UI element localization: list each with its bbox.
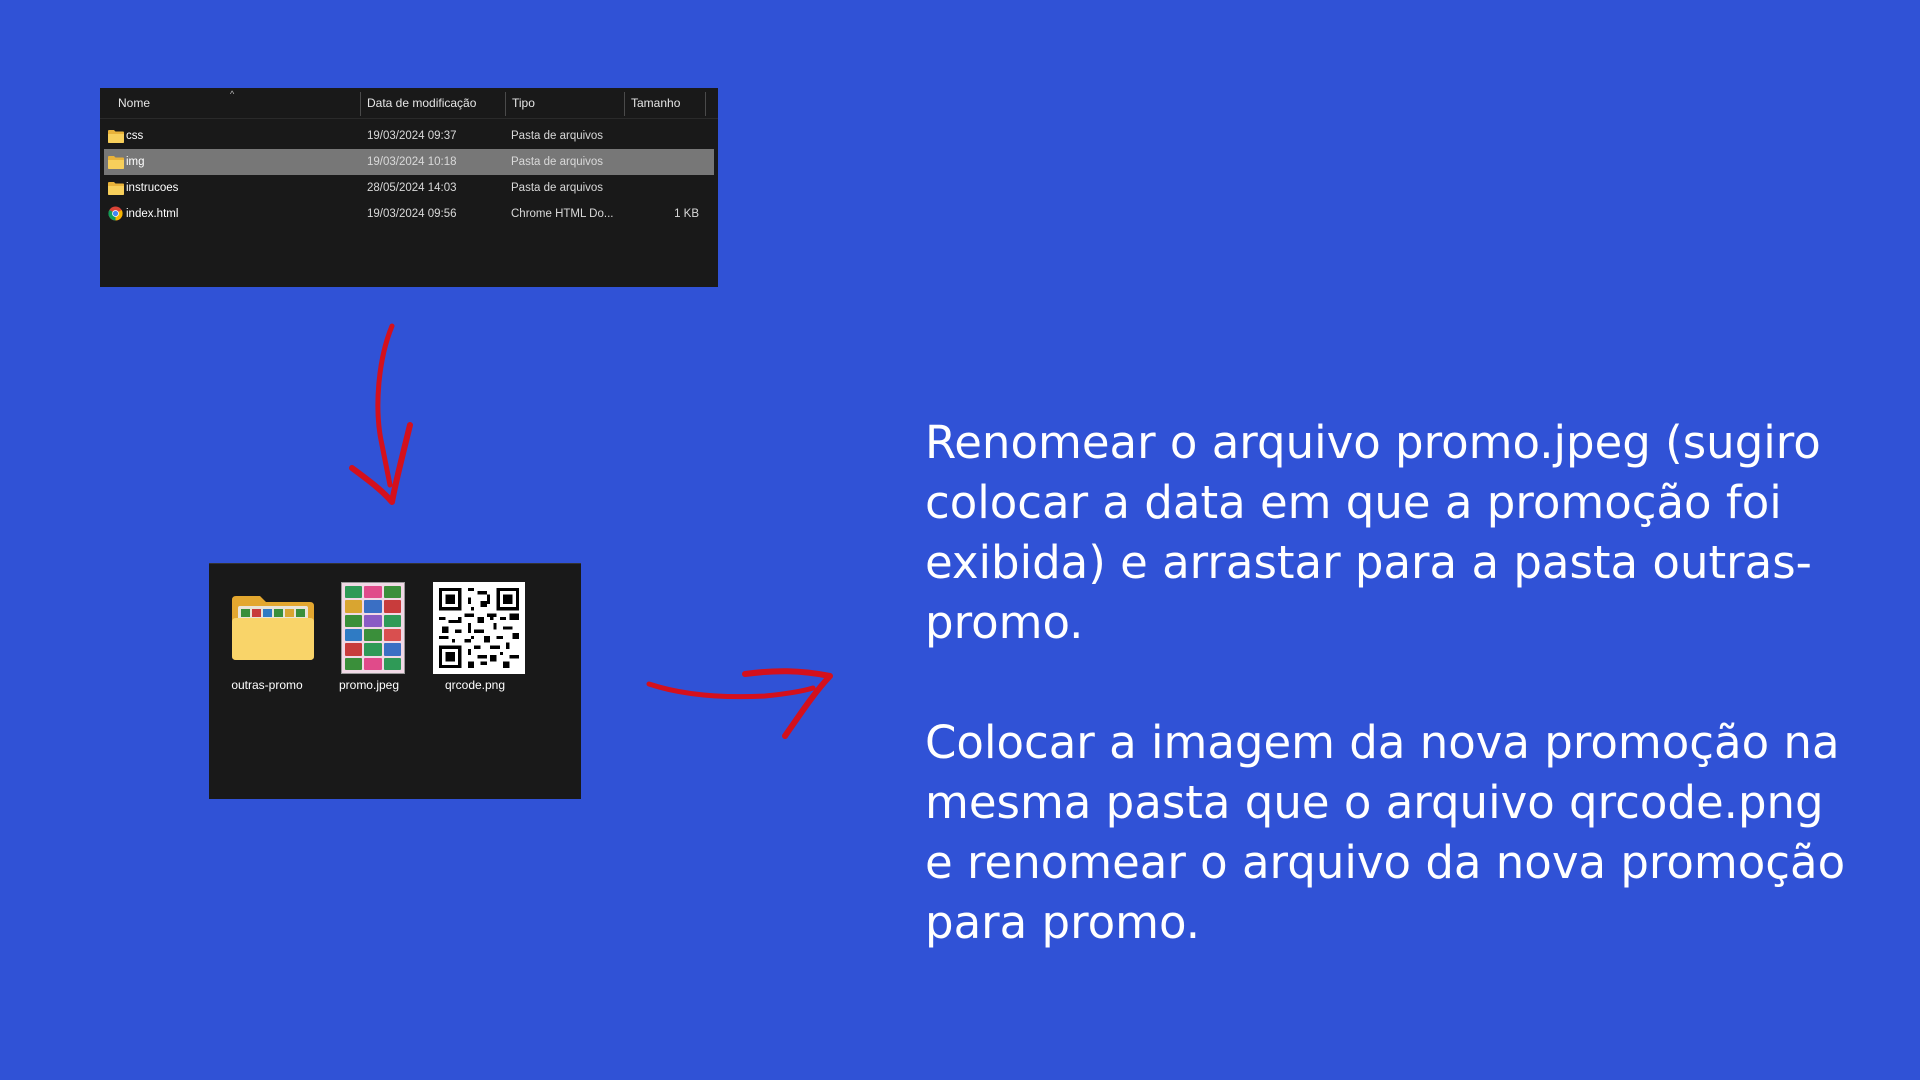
file-type: Chrome HTML Do... <box>511 208 614 220</box>
folder-item-outras-promo[interactable]: outras-promo <box>217 582 317 692</box>
column-header-name[interactable]: Nome <box>112 88 360 118</box>
file-item-qrcode-png[interactable]: qrcode.png <box>425 582 525 692</box>
image-thumbnail <box>341 582 405 674</box>
column-separator[interactable] <box>705 92 706 116</box>
arrow-down-icon <box>349 323 413 505</box>
file-size <box>624 175 699 201</box>
file-name: css <box>126 130 144 142</box>
file-row-img[interactable]: img 19/03/2024 10:18 Pasta de arquivos <box>104 149 714 175</box>
folder-icon <box>108 156 124 169</box>
chrome-icon <box>108 206 123 221</box>
item-label: outras-promo <box>231 678 303 692</box>
file-date: 19/03/2024 09:56 <box>367 208 457 220</box>
instruction-text: Renomear o arquivo promo.jpeg (sugiro co… <box>925 413 1865 953</box>
file-date: 19/03/2024 09:37 <box>367 130 457 142</box>
file-type: Pasta de arquivos <box>511 156 604 168</box>
folder-icon <box>108 130 124 143</box>
file-size <box>624 123 699 149</box>
file-date: 28/05/2024 14:03 <box>367 182 457 194</box>
instruction-paragraph-1: Renomear o arquivo promo.jpeg (sugiro co… <box>925 416 1821 649</box>
arrow-right-icon <box>646 668 833 739</box>
folder-icon <box>232 596 314 660</box>
file-row-css[interactable]: css 19/03/2024 09:37 Pasta de arquivos <box>104 123 714 149</box>
file-name: instrucoes <box>126 182 179 194</box>
file-date: 19/03/2024 10:18 <box>367 156 457 168</box>
column-header-date[interactable]: Data de modificação <box>361 88 505 118</box>
file-row-instrucoes[interactable]: instrucoes 28/05/2024 14:03 Pasta de arq… <box>104 175 714 201</box>
file-explorer-details-view: ^ Nome Data de modificação Tipo Tamanho … <box>100 88 718 287</box>
qr-code-thumbnail <box>433 582 525 674</box>
item-label: promo.jpeg <box>338 678 400 692</box>
file-name: img <box>126 156 145 168</box>
file-name: index.html <box>126 208 179 220</box>
file-explorer-icon-view: outras-promo promo.jpeg qrcode.png <box>209 563 581 799</box>
file-type: Pasta de arquivos <box>511 130 604 142</box>
file-size <box>624 149 699 175</box>
column-header-type[interactable]: Tipo <box>506 88 624 118</box>
instruction-paragraph-2: Colocar a imagem da nova promoção na mes… <box>925 716 1846 949</box>
folder-icon <box>108 182 124 195</box>
column-header-size[interactable]: Tamanho <box>625 88 705 118</box>
file-type: Pasta de arquivos <box>511 182 604 194</box>
item-label: qrcode.png <box>444 678 506 692</box>
column-header-bar: ^ Nome Data de modificação Tipo Tamanho <box>100 88 718 119</box>
file-item-promo-jpeg[interactable]: promo.jpeg <box>319 582 419 692</box>
file-row-index-html[interactable]: index.html 19/03/2024 09:56 Chrome HTML … <box>104 201 714 227</box>
file-size: 1 KB <box>674 208 699 220</box>
